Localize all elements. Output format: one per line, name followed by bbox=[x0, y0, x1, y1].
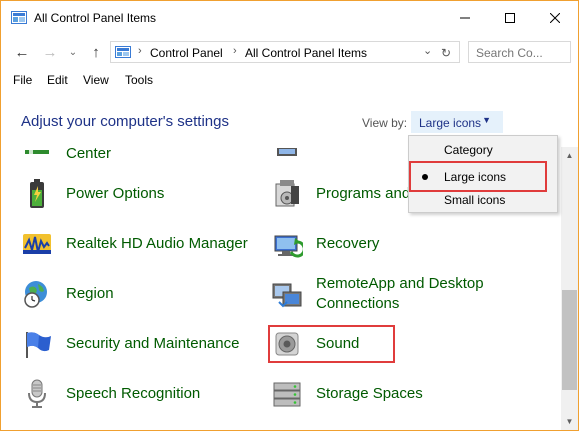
view-by-label: View by: bbox=[362, 116, 408, 130]
breadcrumb-all-items[interactable]: All Control Panel Items bbox=[245, 46, 367, 60]
item-power-options[interactable]: Power Options bbox=[21, 171, 164, 217]
navigation-bar: ← → ⌄ ↑ › Control Panel › All Control Pa… bbox=[1, 37, 578, 67]
up-button[interactable]: ↑ bbox=[85, 41, 107, 63]
speaker-icon bbox=[275, 332, 299, 356]
close-icon bbox=[549, 13, 560, 23]
microphone-icon bbox=[28, 379, 46, 408]
item-sound[interactable]: Sound bbox=[271, 321, 359, 367]
item-label: Power Options bbox=[66, 185, 165, 202]
refresh-button[interactable]: ↻ bbox=[437, 46, 455, 60]
item-remoteapp[interactable]: RemoteApp and Desktop Connections bbox=[271, 271, 516, 317]
view-by-dropdown[interactable]: Large icons ▼ bbox=[411, 111, 503, 133]
item-label: Programs and bbox=[316, 185, 411, 202]
control-panel-window: All Control Panel Items ← → ⌄ ↑ › Contro… bbox=[0, 0, 579, 431]
breadcrumb-control-panel[interactable]: Control Panel bbox=[150, 46, 223, 60]
item-label: Center bbox=[66, 145, 112, 162]
search-input[interactable]: Search Co... bbox=[468, 41, 571, 63]
minimize-button[interactable] bbox=[442, 1, 487, 35]
menu-option-small-icons[interactable]: Small icons bbox=[409, 189, 557, 211]
address-bar[interactable]: › Control Panel › All Control Panel Item… bbox=[110, 41, 460, 63]
recent-locations-button[interactable]: ⌄ bbox=[65, 41, 81, 63]
recovery-icon bbox=[274, 235, 303, 258]
battery-icon bbox=[30, 179, 44, 208]
vertical-scrollbar[interactable]: ▲ ▼ bbox=[561, 147, 578, 430]
item-storage-spaces[interactable]: Storage Spaces bbox=[271, 371, 423, 417]
scrollbar-thumb[interactable] bbox=[562, 290, 577, 390]
item-label: Speech Recognition bbox=[66, 385, 201, 402]
chevron-right-icon[interactable]: › bbox=[138, 45, 142, 57]
item-label: Region bbox=[66, 285, 114, 302]
programs-icon bbox=[275, 180, 299, 207]
menu-tools[interactable]: Tools bbox=[125, 73, 153, 87]
globe-clock-icon bbox=[24, 281, 47, 308]
control-panel-icon bbox=[115, 46, 131, 58]
scroll-down-button[interactable]: ▼ bbox=[561, 413, 578, 430]
monitor-icon bbox=[277, 148, 297, 156]
back-button[interactable]: ← bbox=[11, 41, 33, 63]
maximize-icon bbox=[504, 13, 515, 23]
caret-down-icon: ▼ bbox=[565, 417, 574, 426]
item-recovery[interactable]: Recovery bbox=[271, 221, 379, 267]
remote-desktop-icon bbox=[272, 283, 302, 308]
item-region[interactable]: Region bbox=[21, 271, 114, 317]
view-by-menu: Category Large icons Small icons bbox=[408, 135, 558, 213]
close-button[interactable] bbox=[532, 1, 577, 35]
menu-file[interactable]: File bbox=[13, 73, 32, 87]
forward-button[interactable]: → bbox=[39, 41, 61, 63]
item-partial-top-right[interactable] bbox=[271, 132, 303, 176]
item-label: Storage Spaces bbox=[316, 385, 423, 402]
item-speech-recognition[interactable]: Speech Recognition bbox=[21, 371, 200, 417]
caret-up-icon: ▲ bbox=[565, 151, 574, 160]
search-placeholder: Search Co... bbox=[476, 46, 543, 60]
chevron-right-icon[interactable]: › bbox=[233, 45, 237, 57]
refresh-icon: ↻ bbox=[440, 46, 452, 60]
option-label: Large icons bbox=[444, 170, 507, 184]
item-realtek-audio[interactable]: Realtek HD Audio Manager bbox=[21, 221, 248, 267]
item-action-center[interactable]: Center bbox=[21, 132, 111, 176]
item-label: Realtek HD Audio Manager bbox=[66, 235, 248, 252]
flag-icon bbox=[25, 150, 49, 154]
menu-bar: File Edit View Tools bbox=[1, 69, 578, 91]
item-label: Security and Maintenance bbox=[66, 335, 240, 352]
item-label: Sound bbox=[316, 335, 360, 352]
item-label: RemoteApp and Desktop Connections bbox=[316, 275, 484, 312]
radio-bullet-icon bbox=[422, 174, 428, 180]
maximize-button[interactable] bbox=[487, 1, 532, 35]
caret-down-icon: ▼ bbox=[482, 115, 491, 125]
window-title: All Control Panel Items bbox=[34, 11, 157, 25]
flag-icon bbox=[26, 332, 51, 358]
menu-edit[interactable]: Edit bbox=[47, 73, 68, 87]
minimize-icon bbox=[459, 17, 470, 19]
item-label: Recovery bbox=[316, 235, 380, 252]
view-by-value: Large icons bbox=[419, 116, 482, 130]
storage-drives-icon bbox=[273, 382, 301, 407]
arrow-right-icon: → bbox=[42, 43, 58, 61]
control-panel-icon bbox=[11, 11, 27, 24]
option-label: Small icons bbox=[444, 193, 506, 207]
title-bar[interactable]: All Control Panel Items bbox=[1, 1, 578, 35]
menu-option-large-icons[interactable]: Large icons bbox=[409, 166, 557, 188]
arrow-up-icon: ↑ bbox=[92, 43, 100, 61]
arrow-left-icon: ← bbox=[14, 43, 30, 61]
scroll-up-button[interactable]: ▲ bbox=[561, 147, 578, 164]
chevron-down-icon: ⌄ bbox=[68, 46, 78, 58]
menu-view[interactable]: View bbox=[83, 73, 109, 87]
item-security-maintenance[interactable]: Security and Maintenance bbox=[21, 321, 239, 367]
page-title: Adjust your computer's settings bbox=[21, 113, 229, 130]
item-programs-and-features[interactable]: Programs and bbox=[271, 171, 410, 217]
menu-option-category[interactable]: Category bbox=[409, 139, 557, 161]
option-label: Category bbox=[444, 143, 493, 157]
chevron-down-icon[interactable]: ⌄ bbox=[423, 44, 432, 57]
audio-manager-icon bbox=[23, 234, 51, 254]
